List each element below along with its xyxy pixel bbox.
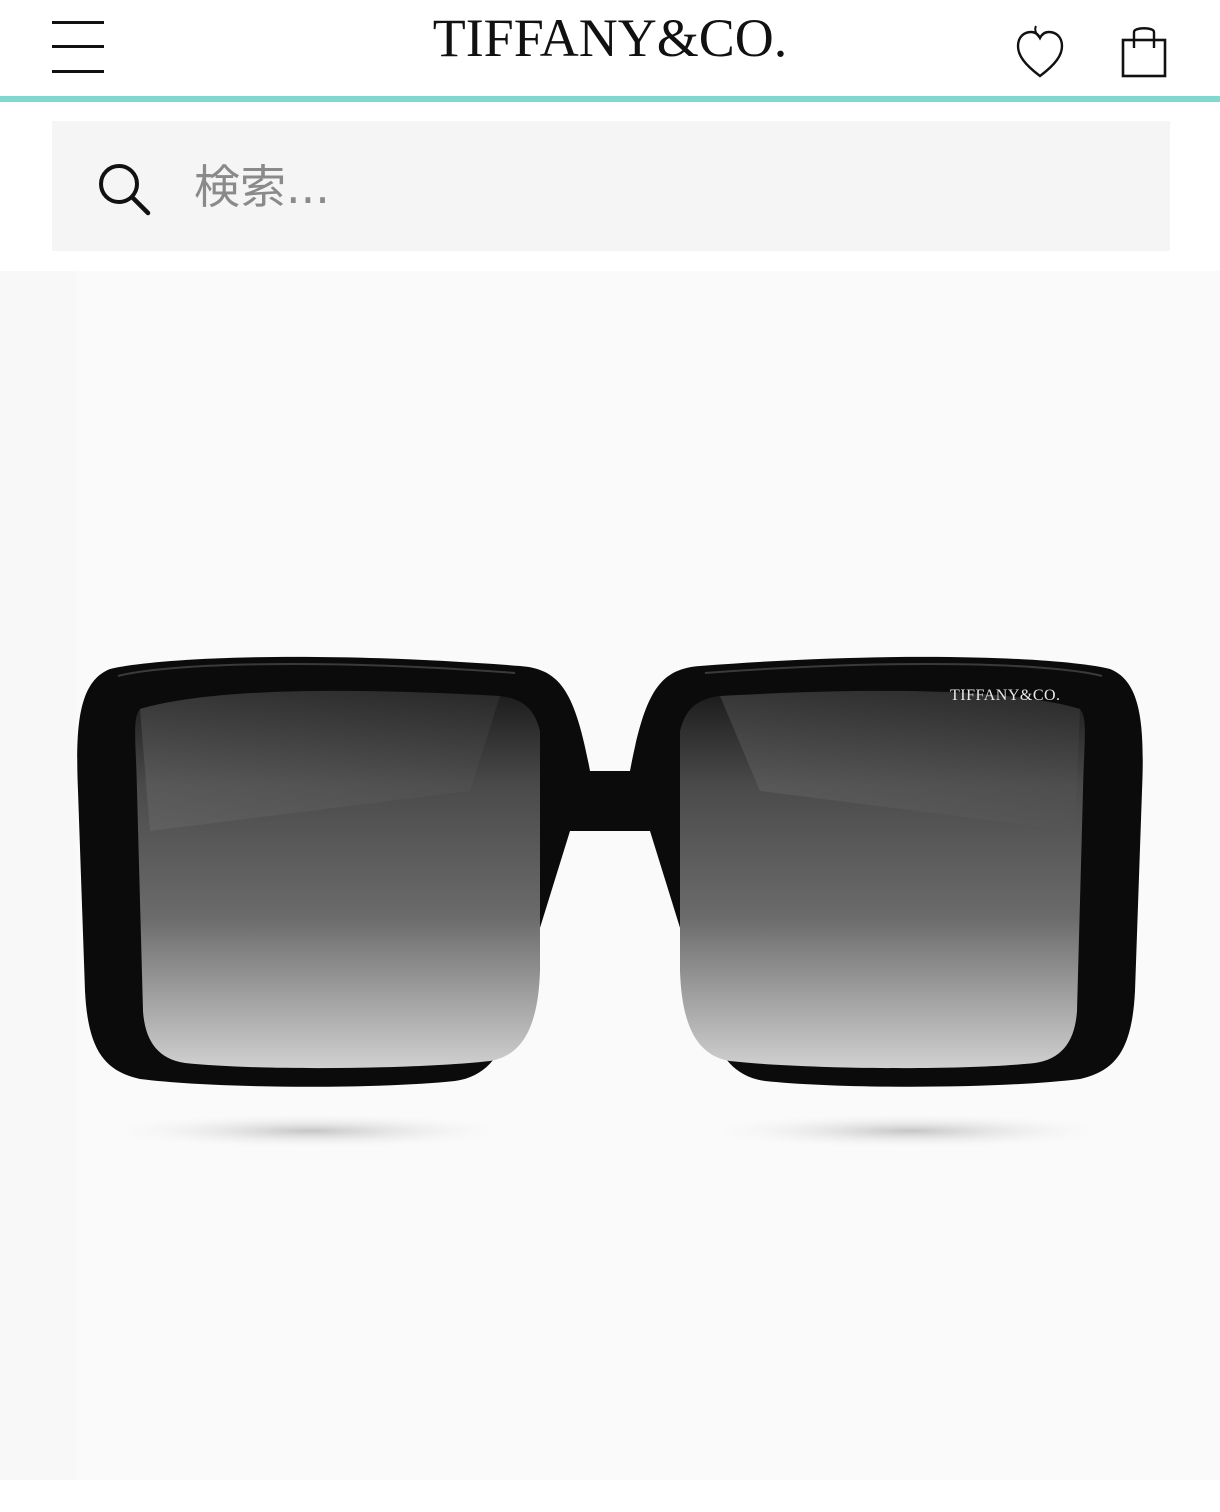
site-header: TIFFANY&CO. <box>0 0 1220 96</box>
search-input[interactable] <box>192 151 1096 223</box>
search-icon[interactable] <box>96 161 152 217</box>
menu-button[interactable] <box>52 18 106 76</box>
header-accent-bar <box>0 96 1220 102</box>
heart-icon <box>1016 25 1064 78</box>
product-hero: TIFFANY&CO. <box>0 271 1220 1480</box>
sunglasses-image <box>77 656 1143 1149</box>
shopping-bag-button[interactable] <box>1118 22 1170 82</box>
search-bar <box>52 121 1170 251</box>
hamburger-line <box>52 21 104 24</box>
brand-logo[interactable]: TIFFANY&CO. <box>360 6 860 70</box>
shopping-bag-icon <box>1121 27 1167 78</box>
hamburger-line <box>52 45 104 48</box>
hamburger-line <box>52 70 104 73</box>
lens-logo-text: TIFFANY&CO. <box>950 687 1061 704</box>
wishlist-button[interactable] <box>1014 22 1066 82</box>
